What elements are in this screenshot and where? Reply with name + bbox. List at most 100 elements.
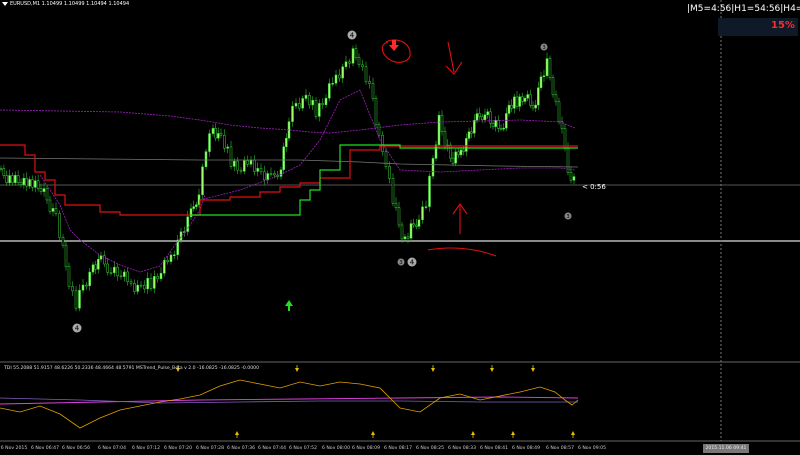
candle-body	[443, 131, 447, 147]
candle-body	[129, 281, 133, 284]
time-axis-tick: 6 Nov 08:49	[511, 446, 541, 451]
candle-body	[116, 266, 119, 277]
candle-body	[400, 224, 404, 240]
circle-marker-label: 3	[399, 260, 403, 266]
candle-body	[521, 96, 524, 102]
chart-title: EURUSD,M1 1.10499 1.10499 1.10494 1.1049…	[10, 1, 130, 7]
time-axis-tick: 6 Nov 07:20	[163, 446, 193, 451]
candle-body	[239, 169, 243, 172]
cursor-time-label: 2015.11.06 09:41	[703, 444, 749, 453]
candle-body	[371, 83, 375, 99]
candle-body	[491, 122, 495, 127]
candle-body	[437, 114, 441, 146]
candle-body	[483, 114, 487, 120]
time-axis-tick: 6 Nov 07:44	[257, 446, 287, 451]
candle-body	[45, 188, 49, 201]
candle-body	[139, 284, 143, 287]
candle-body	[415, 224, 418, 227]
indicator-up-arrow-icon	[511, 431, 515, 435]
candle-body	[377, 124, 381, 136]
candle-body	[94, 264, 97, 270]
indicator-arrows-up	[235, 431, 575, 438]
candle-body	[74, 290, 78, 309]
candle-body	[298, 103, 301, 109]
indicator-down-arrow-icon	[490, 368, 494, 372]
circle-marker-4-left: 4	[72, 323, 82, 333]
candle-body	[0, 168, 3, 170]
candle-body	[156, 276, 159, 280]
candle-body	[494, 120, 497, 127]
candle-body	[502, 127, 505, 130]
candle-body	[123, 271, 126, 277]
candle-body	[19, 182, 23, 186]
candle-body	[186, 216, 189, 232]
candle-body	[470, 131, 473, 134]
candle-body	[97, 258, 100, 270]
time-axis-tick: 6 Nov 07:04	[97, 446, 127, 451]
candle-body	[314, 100, 318, 117]
candle-body	[489, 111, 492, 124]
candle-body	[457, 151, 460, 156]
time-axis-tick: 6 Nov 07:52	[288, 446, 318, 451]
candle-body	[364, 66, 368, 82]
candle-body	[119, 275, 123, 278]
candle-body	[513, 96, 516, 109]
candle-body	[219, 133, 223, 136]
candle-body	[537, 87, 540, 106]
candle-body	[357, 57, 361, 66]
candle-body	[149, 278, 153, 289]
candle-body	[518, 96, 521, 107]
candle-body	[81, 284, 85, 291]
indicator-up-arrow-icon	[235, 431, 239, 435]
circle-marker-label: 3	[566, 214, 570, 220]
candle-body	[163, 259, 166, 274]
indicator-up-arrow-icon	[571, 431, 575, 435]
candle-body	[451, 157, 455, 164]
candle-body	[324, 97, 328, 106]
candle-body	[486, 111, 489, 116]
circle-marker-3-right-top: 3	[540, 43, 548, 51]
candle-body	[285, 137, 288, 148]
candle-body	[58, 213, 61, 238]
candle-body	[61, 237, 65, 246]
candle-body	[569, 172, 573, 181]
candle-body	[478, 113, 481, 117]
candle-body	[531, 105, 535, 109]
annotation-red-arrow-up	[452, 203, 468, 234]
chart-canvas[interactable]: 4 4 3 4 3 3	[0, 0, 800, 455]
annotation-red-circle	[381, 39, 411, 63]
candle-body	[153, 276, 156, 289]
time-axis-tick: 6 Nov 09:05	[577, 446, 607, 451]
candle-body	[318, 103, 321, 117]
candle-body	[554, 94, 558, 103]
candle-body	[64, 244, 68, 267]
candle-body	[341, 66, 344, 79]
candle-body	[351, 48, 355, 64]
candle-body	[507, 104, 511, 114]
candle-body	[481, 116, 484, 120]
candle-body	[424, 206, 428, 208]
symbol-menu-icon[interactable]	[2, 2, 8, 6]
candle-body	[334, 74, 338, 84]
candle-body	[534, 104, 537, 109]
candle-body	[166, 259, 169, 262]
candle-body	[266, 173, 269, 181]
candle-body	[368, 81, 371, 84]
candle-body	[31, 179, 34, 188]
candle-body	[8, 175, 11, 184]
candle-body	[246, 160, 249, 165]
candle-body	[91, 264, 95, 273]
circle-marker-3-right-bottom: 3	[564, 212, 572, 220]
candle-body	[11, 175, 14, 183]
candle-body	[572, 176, 576, 181]
candle-body	[109, 272, 113, 274]
candle-body	[229, 146, 233, 167]
candle-body	[259, 168, 263, 173]
candle-body	[428, 175, 431, 207]
time-axis-tick: 6 Nov 07:12	[131, 446, 161, 451]
trend-line-red	[0, 144, 578, 216]
candle-body	[467, 131, 471, 139]
candle-body	[497, 120, 500, 129]
candle-body	[403, 236, 407, 240]
circle-marker-label: 3	[542, 45, 546, 51]
